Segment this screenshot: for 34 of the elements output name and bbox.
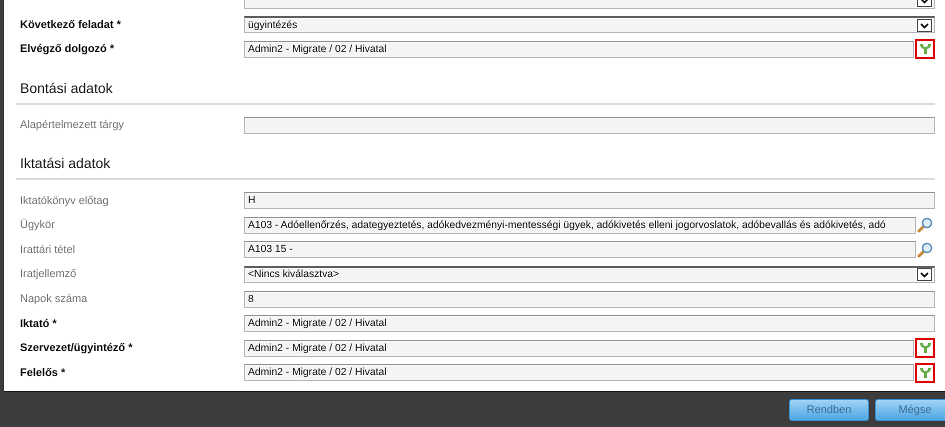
field-label: Alapértelmezett tárgy	[20, 119, 125, 132]
fork-icon	[918, 366, 932, 379]
search-icon[interactable]	[917, 217, 933, 234]
chevron-down-icon	[917, 18, 932, 32]
chevron-down-icon	[917, 268, 932, 282]
input-field[interactable]: A103 15 -	[244, 241, 916, 258]
picker-button[interactable]	[915, 338, 935, 358]
field-label: Ügykör	[20, 219, 56, 232]
dropdown[interactable]: <Nincs kiválasztva>	[244, 266, 935, 283]
fork-icon	[918, 342, 932, 354]
field-label: Elvégző dolgozó *	[20, 43, 116, 56]
section-heading: Iktatási adatok	[16, 137, 935, 180]
field-label: Iktatókönyv előtag	[20, 194, 110, 207]
field-label: Szervezet/ügyintéző *	[20, 342, 134, 354]
input-field[interactable]: 8	[244, 290, 935, 308]
field-label: Irattári tétel	[20, 244, 76, 256]
section-heading: Bontási adatok	[16, 62, 935, 105]
field-label: Következő feladat *	[20, 18, 122, 31]
field-label: Napok száma	[20, 293, 88, 306]
search-icon[interactable]	[917, 242, 933, 258]
input-field[interactable]: Admin2 - Migrate / 02 / Hivatal	[244, 340, 914, 357]
picker-button[interactable]	[915, 362, 935, 383]
input-field[interactable]: A103 - Adóellenőrzés, adategyeztetés, adókedvezményi-mentességi ügyek, adókivetés elleni jogorvoslatok, adóbevallás és adókivetés, adó	[244, 216, 916, 234]
input-field[interactable]: Admin2 - Migrate / 02 / Hivatal	[244, 315, 935, 332]
input-field[interactable]: H	[244, 192, 935, 210]
field-label: Iktató *	[20, 318, 58, 330]
picker-button[interactable]	[915, 39, 935, 60]
field-label: Iratjellemző	[20, 268, 78, 280]
fork-icon	[918, 43, 932, 56]
field-label: Felelős *	[20, 366, 66, 379]
input-field[interactable]: Admin2 - Migrate / 02 / Hivatal	[244, 364, 914, 382]
input-field[interactable]: Admin2 - Migrate / 02 / Hivatal	[244, 40, 914, 58]
dropdown[interactable]: ügyintézés	[244, 16, 935, 34]
input-field[interactable]	[244, 116, 935, 134]
